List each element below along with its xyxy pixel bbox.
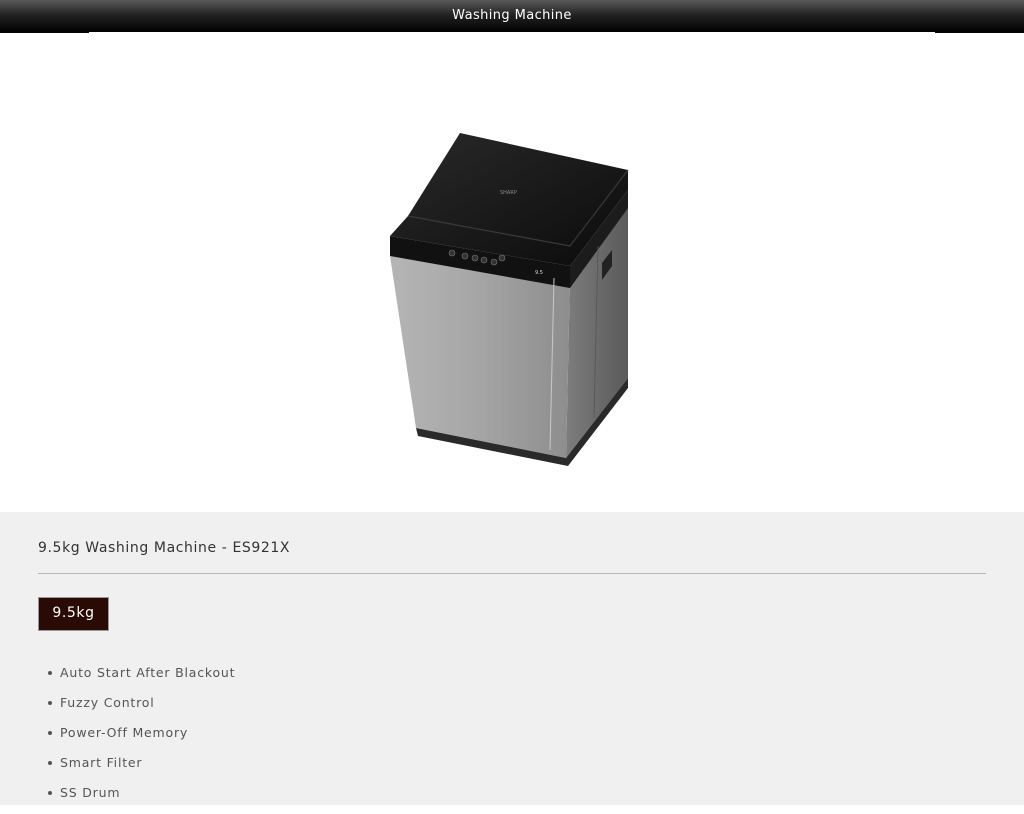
feature-item: Smart Filter xyxy=(38,754,235,784)
product-details: 9.5kg Washing Machine - ES921X 9.5kg Aut… xyxy=(0,512,1024,805)
feature-label: Auto Start After Blackout xyxy=(60,665,236,680)
bullet-icon xyxy=(48,731,52,735)
page-title: Washing Machine xyxy=(452,8,572,23)
feature-item: Power-Off Memory xyxy=(38,724,235,754)
feature-label: Fuzzy Control xyxy=(60,695,155,710)
feature-label: Power-Off Memory xyxy=(60,725,189,740)
feature-item: SS Drum xyxy=(38,784,235,814)
bullet-icon xyxy=(48,761,52,765)
panel-display: 9.5 xyxy=(535,270,543,276)
feature-label: SS Drum xyxy=(60,785,121,800)
product-hero: SHARP 9.5 xyxy=(0,33,1024,512)
top-header-bar: Washing Machine xyxy=(0,0,1024,33)
bullet-icon xyxy=(48,671,52,675)
product-title: 9.5kg Washing Machine - ES921X xyxy=(38,540,291,556)
divider xyxy=(38,573,986,574)
feature-item: Fuzzy Control xyxy=(38,694,235,724)
feature-list: Auto Start After Blackout Fuzzy Control … xyxy=(38,664,235,814)
bullet-icon xyxy=(48,701,52,705)
capacity-option-button[interactable]: 9.5kg xyxy=(38,597,109,631)
brand-logo: SHARP xyxy=(500,190,517,196)
bullet-icon xyxy=(48,791,52,795)
washing-machine-image: SHARP 9.5 xyxy=(390,133,629,466)
feature-label: Smart Filter xyxy=(60,755,143,770)
feature-item: Auto Start After Blackout xyxy=(38,664,235,694)
